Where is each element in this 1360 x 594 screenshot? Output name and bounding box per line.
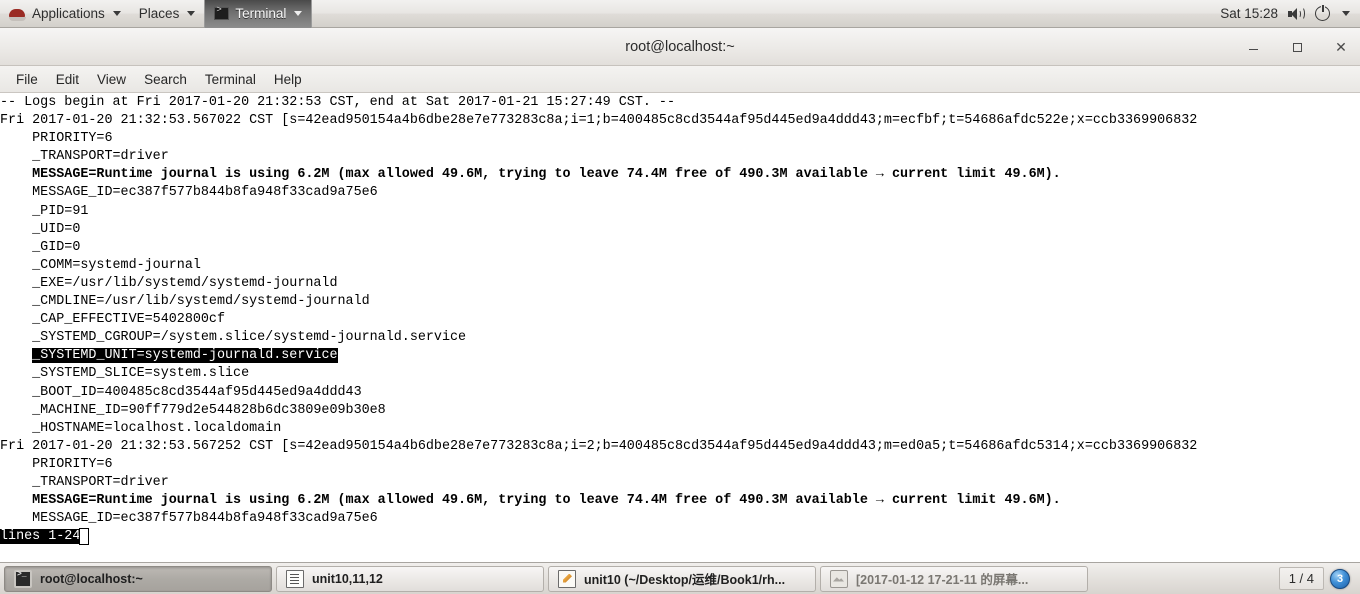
- terminal-cursor: [79, 528, 90, 546]
- terminal-line: MESSAGE=Runtime journal is using 6.2M (m…: [0, 493, 1061, 509]
- terminal-output[interactable]: -- Logs begin at Fri 2017-01-20 21:32:53…: [0, 94, 1360, 562]
- terminal-icon: [214, 5, 230, 20]
- terminal-line: Fri 2017-01-20 21:32:53.567022 CST [s=42…: [0, 113, 1198, 129]
- menu-search[interactable]: Search: [136, 69, 195, 90]
- terminal-line: _TRANSPORT=driver: [0, 149, 169, 165]
- terminal-app-menu-label: Terminal: [235, 6, 287, 21]
- taskbar-button-label: root@localhost:~: [40, 571, 143, 586]
- taskbar-button[interactable]: unit10,11,12: [276, 565, 544, 592]
- taskbar-button-label: unit10 (~/Desktop/运维/Book1/rh...: [584, 573, 786, 587]
- places-menu[interactable]: Places: [130, 0, 205, 28]
- terminal-line: _GID=0: [0, 239, 81, 255]
- terminal-line: _PID=91: [0, 203, 89, 219]
- menu-edit[interactable]: Edit: [48, 69, 87, 90]
- menu-terminal[interactable]: Terminal: [197, 69, 264, 90]
- places-menu-label: Places: [138, 6, 180, 21]
- terminal-line: _COMM=systemd-journal: [0, 257, 201, 273]
- taskbar-button[interactable]: [2017-01-12 17-21-11 的屏幕...: [820, 565, 1088, 592]
- chevron-down-icon: [294, 11, 303, 16]
- taskbar-button[interactable]: unit10 (~/Desktop/运维/Book1/rh...: [548, 565, 816, 592]
- terminal-highlighted-text: _SYSTEMD_UNIT=systemd-journald.service: [32, 348, 338, 364]
- menu-bar: File Edit View Search Terminal Help: [0, 66, 1360, 93]
- top-panel: Applications Places Terminal Sat 15:28: [0, 0, 1360, 28]
- taskbar-button-label: unit10,11,12: [312, 571, 383, 586]
- workspace-count[interactable]: 1 / 4: [1278, 567, 1324, 590]
- terminal-line: _EXE=/usr/lib/systemd/systemd-journald: [0, 275, 338, 291]
- close-button[interactable]: ✕: [1330, 36, 1352, 58]
- terminal-line: _SYSTEMD_UNIT=systemd-journald.service: [0, 347, 1360, 365]
- terminal-line: MESSAGE=Runtime journal is using 6.2M (m…: [0, 167, 1061, 183]
- window-title: root@localhost:~: [625, 38, 735, 55]
- chevron-down-icon: [187, 11, 196, 16]
- chevron-down-icon: [112, 11, 121, 16]
- taskbar-button[interactable]: root@localhost:~: [4, 565, 272, 592]
- taskbar-window-list: root@localhost:~ unit10,11,12 unit10 (~/De…: [4, 565, 1088, 592]
- terminal-line: _CMDLINE=/usr/lib/systemd/systemd-journa…: [0, 294, 370, 310]
- terminal-line: PRIORITY=6: [0, 131, 113, 147]
- menu-file[interactable]: File: [8, 69, 46, 90]
- clock[interactable]: Sat 15:28: [1220, 6, 1278, 21]
- pager-status-text: lines 1-24: [0, 529, 81, 545]
- terminal-line: -- Logs begin at Fri 2017-01-20 21:32:53…: [0, 95, 675, 110]
- applications-menu[interactable]: Applications: [0, 0, 130, 28]
- terminal-line: MESSAGE_ID=ec387f577b844b8fa948f33cad9a7…: [0, 185, 378, 201]
- menu-help[interactable]: Help: [266, 69, 310, 90]
- terminal-window: root@localhost:~ ✕ File Edit View Search…: [0, 28, 1360, 562]
- menu-view[interactable]: View: [89, 69, 134, 90]
- redhat-logo-icon: [9, 7, 26, 21]
- chevron-down-icon[interactable]: [1342, 11, 1350, 16]
- taskbar: root@localhost:~ unit10,11,12 unit10 (~/De…: [0, 562, 1360, 594]
- terminal-line: _SYSTEMD_CGROUP=/system.slice/systemd-jo…: [0, 330, 467, 346]
- panel-status-area: Sat 15:28: [1220, 4, 1360, 21]
- terminal-line: Fri 2017-01-20 21:32:53.567252 CST [s=42…: [0, 438, 1198, 454]
- notification-badge[interactable]: 3: [1330, 568, 1350, 589]
- terminal-line: PRIORITY=6: [0, 456, 113, 472]
- terminal-line: _UID=0: [0, 221, 81, 237]
- terminal-line: MESSAGE_ID=ec387f577b844b8fa948f33cad9a7…: [0, 511, 378, 527]
- document-icon: [286, 569, 304, 588]
- applications-menu-label: Applications: [32, 6, 105, 21]
- image-viewer-icon: [830, 569, 848, 588]
- terminal-line: _MACHINE_ID=90ff779d2e544828b6dc3809e09b…: [0, 402, 386, 418]
- terminal-line: _HOSTNAME=localhost.localdomain: [0, 420, 282, 436]
- maximize-button[interactable]: [1286, 36, 1308, 58]
- terminal-line: _CAP_EFFECTIVE=5402800cf: [0, 312, 225, 328]
- terminal-line: _TRANSPORT=driver: [0, 474, 169, 490]
- pager-status-line: lines 1-24: [0, 528, 1360, 546]
- window-titlebar[interactable]: root@localhost:~ ✕: [0, 28, 1360, 66]
- terminal-icon: [14, 569, 32, 588]
- terminal-line: _BOOT_ID=400485c8cd3544af95d445ed9a4ddd4…: [0, 384, 362, 400]
- minimize-button[interactable]: [1242, 36, 1264, 58]
- terminal-line: _SYSTEMD_SLICE=system.slice: [0, 366, 250, 382]
- terminal-app-menu[interactable]: Terminal: [204, 0, 313, 28]
- writer-document-icon: [558, 569, 576, 588]
- window-controls: ✕: [1242, 28, 1352, 66]
- taskbar-button-label: [2017-01-12 17-21-11 的屏幕...: [856, 573, 1029, 587]
- workspace-switcher[interactable]: 1 / 4 3: [1278, 567, 1356, 590]
- volume-icon[interactable]: [1288, 7, 1305, 21]
- power-icon[interactable]: [1315, 4, 1330, 21]
